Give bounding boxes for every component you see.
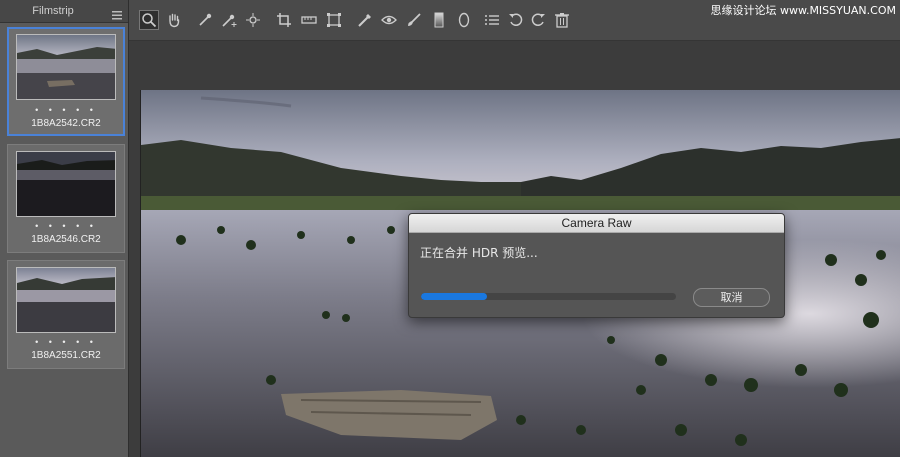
filmstrip-header: Filmstrip bbox=[0, 0, 128, 23]
progress-bar-fill bbox=[421, 293, 488, 300]
spot-removal-icon[interactable] bbox=[355, 10, 375, 30]
zoom-icon[interactable] bbox=[139, 10, 159, 30]
red-eye-icon[interactable] bbox=[379, 10, 399, 30]
thumbnail-image bbox=[16, 34, 116, 100]
crop-icon[interactable] bbox=[274, 10, 294, 30]
color-sampler-icon[interactable] bbox=[219, 10, 239, 30]
filename-label: 1B8A2542.CR2 bbox=[31, 118, 101, 129]
dialog-title: Camera Raw bbox=[409, 214, 784, 233]
filmstrip-item[interactable]: • • • • • 1B8A2546.CR2 bbox=[7, 144, 125, 253]
rotate-right-icon[interactable] bbox=[528, 10, 548, 30]
rating-stars[interactable]: • • • • • bbox=[8, 221, 124, 231]
filmstrip-item[interactable]: • • • • • 1B8A2542.CR2 bbox=[7, 27, 125, 136]
filename-label: 1B8A2546.CR2 bbox=[31, 234, 101, 245]
progress-bar bbox=[421, 293, 676, 300]
toolbar: 思缘设计论坛 www.MISSYUAN.COM bbox=[129, 0, 900, 41]
transform-icon[interactable] bbox=[324, 10, 344, 30]
trash-icon[interactable] bbox=[552, 10, 572, 30]
preferences-icon[interactable] bbox=[482, 10, 502, 30]
thumbnail-image bbox=[16, 267, 116, 333]
dialog-message: 正在合并 HDR 预览... bbox=[420, 246, 538, 260]
rotate-left-icon[interactable] bbox=[506, 10, 526, 30]
panel-menu-icon[interactable] bbox=[112, 6, 122, 20]
filmstrip-item[interactable]: • • • • • 1B8A2551.CR2 bbox=[7, 260, 125, 369]
cancel-button[interactable]: 取消 bbox=[693, 288, 770, 307]
adjustment-brush-icon[interactable] bbox=[404, 10, 424, 30]
watermark-text: 思缘设计论坛 www.MISSYUAN.COM bbox=[710, 4, 896, 17]
straighten-icon[interactable] bbox=[299, 10, 319, 30]
white-balance-icon[interactable] bbox=[195, 10, 215, 30]
targeted-adjustment-icon[interactable] bbox=[243, 10, 263, 30]
merge-progress-dialog: Camera Raw 正在合并 HDR 预览... 取消 bbox=[408, 213, 785, 318]
graduated-filter-icon[interactable] bbox=[429, 10, 449, 30]
thumbnail-image bbox=[16, 151, 116, 217]
filename-label: 1B8A2551.CR2 bbox=[31, 350, 101, 361]
hand-icon[interactable] bbox=[164, 10, 184, 30]
rating-stars[interactable]: • • • • • bbox=[8, 337, 124, 347]
rating-stars[interactable]: • • • • • bbox=[9, 105, 123, 115]
filmstrip-panel: Filmstrip • • • • • 1B8A2542.CR2 • • • •… bbox=[0, 0, 129, 457]
radial-filter-icon[interactable] bbox=[454, 10, 474, 30]
filmstrip-title: Filmstrip bbox=[32, 5, 74, 17]
